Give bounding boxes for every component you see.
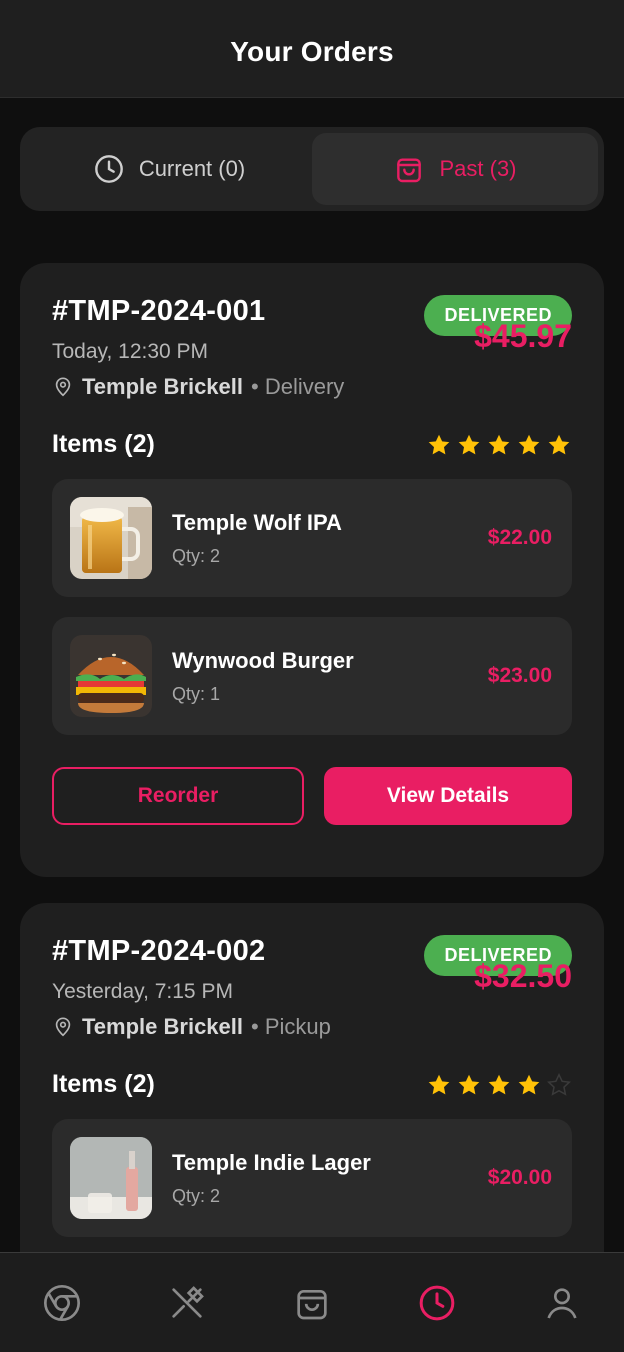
rating-stars xyxy=(426,1072,572,1098)
nav-home[interactable] xyxy=(22,1263,102,1343)
item-name: Wynwood Burger xyxy=(172,647,354,673)
bottom-nav xyxy=(0,1252,624,1352)
store-name: Temple Brickell xyxy=(82,1014,243,1039)
star-filled-icon xyxy=(488,434,510,454)
order-time: Today, 12:30 PM xyxy=(52,340,209,363)
item-thumbnail xyxy=(70,497,152,579)
item-price: $20.00 xyxy=(487,1166,552,1189)
order-item[interactable]: Temple Wolf IPA Qty: 2 $22.00 xyxy=(52,479,572,597)
tab-past-label: Past (3) xyxy=(439,156,517,181)
star-filled-icon xyxy=(548,434,570,454)
star-filled-icon xyxy=(428,1074,450,1094)
location-pin-icon xyxy=(55,377,71,397)
store-name: Temple Brickell xyxy=(82,374,243,399)
nav-menu[interactable] xyxy=(147,1263,227,1343)
star-filled-icon xyxy=(458,434,480,454)
order-total: $45.97 xyxy=(474,318,572,354)
items-title: Items (2) xyxy=(52,1070,155,1098)
item-thumbnail xyxy=(70,1137,152,1219)
item-qty: Qty: 2 xyxy=(172,545,221,566)
order-item[interactable]: Temple Indie Lager Qty: 2 $20.00 xyxy=(52,1119,572,1237)
beer-mug-image xyxy=(70,497,152,579)
bag-icon xyxy=(297,1289,327,1319)
order-mode: • Delivery xyxy=(251,374,345,399)
chrome-icon xyxy=(44,1284,81,1321)
order-mode: • Pickup xyxy=(251,1014,331,1039)
app-header: Your Orders xyxy=(0,0,624,98)
item-qty: Qty: 1 xyxy=(172,683,221,704)
rating-stars xyxy=(426,432,572,458)
burger-image xyxy=(70,635,152,717)
item-name: Temple Indie Lager xyxy=(172,1149,371,1175)
items-title: Items (2) xyxy=(52,430,155,458)
order-tabs: Current (0) Past (3) xyxy=(20,127,604,211)
utensils-icon xyxy=(172,1285,205,1318)
star-filled-icon xyxy=(428,434,450,454)
item-price: $23.00 xyxy=(487,664,552,687)
order-location: Temple Brickell • Delivery xyxy=(52,374,344,400)
page-title: Your Orders xyxy=(230,35,394,67)
star-empty-icon xyxy=(547,1072,571,1096)
lager-glass-image xyxy=(70,1137,152,1219)
location-pin-icon xyxy=(55,1017,71,1037)
tab-current[interactable]: Current (0) xyxy=(26,133,312,205)
order-location: Temple Brickell • Pickup xyxy=(52,1014,331,1040)
nav-cart[interactable] xyxy=(272,1263,352,1343)
order-total: $32.50 xyxy=(474,958,572,994)
nav-profile[interactable] xyxy=(522,1263,602,1343)
order-id: #TMP-2024-002 xyxy=(52,935,266,967)
tab-current-label: Current (0) xyxy=(138,156,246,181)
order-card[interactable]: #TMP-2024-002 Yesterday, 7:15 PM DELIVER… xyxy=(20,903,604,1303)
item-price: $22.00 xyxy=(487,526,552,549)
clock-icon xyxy=(419,1285,455,1320)
user-icon xyxy=(546,1287,577,1318)
tab-past[interactable]: Past (3) xyxy=(312,133,598,205)
reorder-button[interactable]: Reorder xyxy=(52,767,304,825)
clock-icon xyxy=(94,155,123,183)
order-item[interactable]: Wynwood Burger Qty: 1 $23.00 xyxy=(52,617,572,735)
order-card[interactable]: #TMP-2024-001 Today, 12:30 PM DELIVERED … xyxy=(20,263,604,877)
item-thumbnail xyxy=(70,635,152,717)
item-qty: Qty: 2 xyxy=(172,1185,221,1206)
item-name: Temple Wolf IPA xyxy=(172,509,342,535)
star-filled-icon xyxy=(488,1074,510,1094)
star-filled-icon xyxy=(518,1074,540,1094)
order-time: Yesterday, 7:15 PM xyxy=(52,980,233,1003)
view-details-button[interactable]: View Details xyxy=(324,767,572,825)
nav-orders[interactable] xyxy=(397,1263,477,1343)
order-id: #TMP-2024-001 xyxy=(52,295,266,327)
star-filled-icon xyxy=(458,1074,480,1094)
star-filled-icon xyxy=(518,434,540,454)
bag-icon xyxy=(397,158,422,183)
